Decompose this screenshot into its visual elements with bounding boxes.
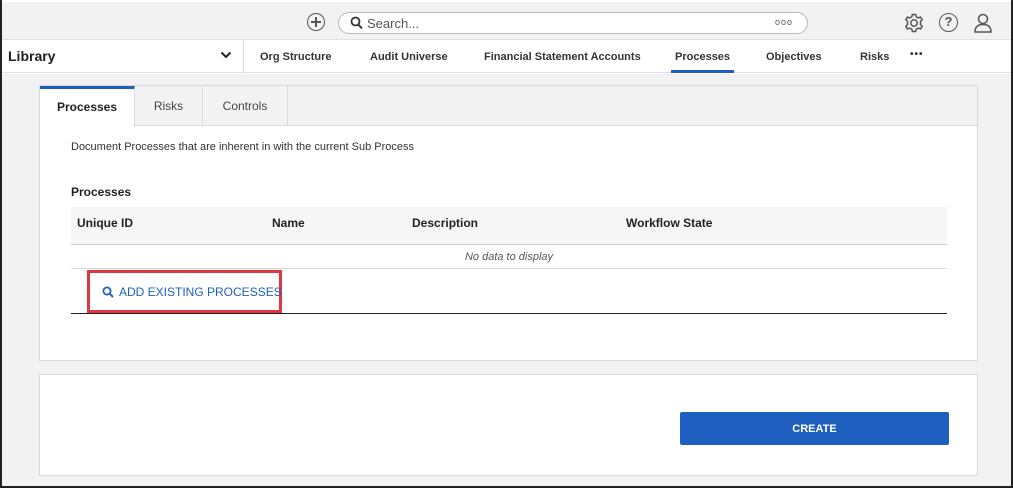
- search-bar[interactable]: ooo: [338, 12, 808, 34]
- settings-icon[interactable]: [903, 12, 925, 34]
- search-input[interactable]: [367, 15, 747, 31]
- add-icon[interactable]: [307, 13, 325, 31]
- top-bar: ooo ?: [2, 2, 1011, 40]
- add-row: ADD EXISTING PROCESSES: [71, 270, 947, 314]
- chevron-down-icon[interactable]: [220, 51, 232, 59]
- table-header: Unique ID Name Description Workflow Stat…: [71, 207, 947, 245]
- library-label[interactable]: Library: [8, 48, 55, 64]
- empty-table-message: No data to display: [71, 245, 947, 269]
- panel-description: Document Processes that are inherent in …: [71, 141, 415, 153]
- column-header-workflow-state[interactable]: Workflow State: [626, 216, 712, 230]
- help-icon[interactable]: ?: [938, 12, 960, 34]
- nav-item-processes[interactable]: Processes: [670, 51, 735, 73]
- divider: [243, 41, 244, 73]
- nav-item-objectives[interactable]: Objectives: [766, 51, 822, 63]
- nav-item-financial-statement-accounts[interactable]: Financial Statement Accounts: [484, 51, 641, 63]
- module-nav: Library Org Structure Audit Universe Fin…: [2, 41, 1011, 73]
- nav-item-org-structure[interactable]: Org Structure: [260, 51, 332, 63]
- column-header-unique-id[interactable]: Unique ID: [77, 216, 133, 230]
- tab-risks[interactable]: Risks: [135, 86, 203, 126]
- nav-more-icon[interactable]: •••: [910, 49, 924, 60]
- tab-controls[interactable]: Controls: [203, 86, 288, 126]
- user-icon[interactable]: [972, 12, 994, 34]
- tab-processes[interactable]: Processes: [40, 86, 135, 127]
- create-button[interactable]: CREATE: [680, 412, 949, 445]
- tab-strip: Processes Risks Controls: [40, 86, 977, 127]
- column-header-name[interactable]: Name: [272, 216, 305, 230]
- add-existing-processes-label: ADD EXISTING PROCESSES: [119, 285, 282, 299]
- nav-item-audit-universe[interactable]: Audit Universe: [370, 51, 448, 63]
- search-icon: [350, 16, 363, 30]
- nav-item-risks[interactable]: Risks: [860, 51, 889, 63]
- column-header-description[interactable]: Description: [412, 216, 478, 230]
- processes-panel: Processes Risks Controls Document Proces…: [39, 85, 978, 361]
- more-icon[interactable]: ooo: [775, 17, 793, 27]
- actions-panel: CREATE: [39, 374, 978, 476]
- search-icon: [102, 286, 114, 298]
- add-existing-processes-button[interactable]: ADD EXISTING PROCESSES: [87, 270, 282, 313]
- section-title: Processes: [71, 185, 132, 199]
